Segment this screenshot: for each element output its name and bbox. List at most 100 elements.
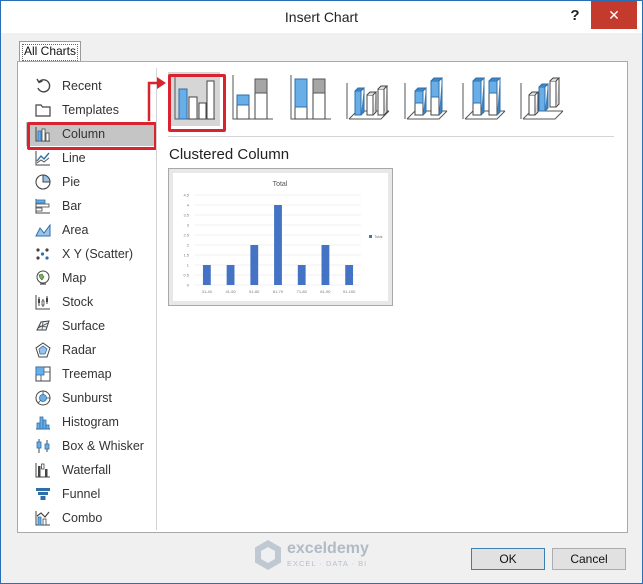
- title-bar: Insert Chart ? ✕: [1, 1, 642, 33]
- funnel-chart-icon: [34, 485, 52, 503]
- legend-label: Total: [374, 234, 383, 239]
- chart-type-label: Histogram: [62, 415, 119, 429]
- chart-type-label: Map: [62, 271, 87, 285]
- gallery-divider: [168, 136, 614, 137]
- chart-type-stock[interactable]: Stock: [26, 290, 154, 314]
- bar-chart-icon: [34, 197, 52, 215]
- x-tick-label: 41-50: [225, 289, 236, 294]
- subtype-stacked-column[interactable]: [226, 72, 278, 126]
- y-tick-label: 4.5: [183, 193, 189, 198]
- bar: [226, 265, 235, 285]
- y-tick-label: 2: [187, 243, 190, 248]
- surface-chart-icon: [34, 317, 52, 335]
- 100-stacked-column-icon: [287, 73, 333, 126]
- histogram-chart-icon: [34, 413, 52, 431]
- column-highlight-box: [27, 122, 157, 150]
- subtype-3d-clustered-column[interactable]: [342, 72, 394, 126]
- chart-type-scatter[interactable]: X Y (Scatter): [26, 242, 154, 266]
- chart-type-recent[interactable]: Recent: [26, 74, 154, 98]
- chart-type-sunburst[interactable]: Sunburst: [26, 386, 154, 410]
- chart-type-label: Radar: [62, 343, 97, 357]
- bar: [297, 265, 306, 285]
- y-tick-label: 0.5: [183, 273, 189, 278]
- chart-type-radar[interactable]: Radar: [26, 338, 154, 362]
- exceldemy-logo-icon: [255, 540, 281, 570]
- insert-chart-dialog: Insert Chart ? ✕ All Charts Recent Templ…: [0, 0, 643, 584]
- pie-chart-icon: [34, 173, 52, 191]
- stock-chart-icon: [34, 293, 52, 311]
- chart-type-label: Waterfall: [62, 463, 111, 477]
- y-tick-label: 4: [187, 203, 190, 208]
- chart-type-pie[interactable]: Pie: [26, 170, 154, 194]
- exceldemy-watermark: exceldemy EXCEL · DATA · BI: [251, 537, 381, 573]
- selected-chart-name: Clustered Column: [169, 146, 290, 163]
- 3d-clustered-column-icon: [345, 73, 391, 126]
- chart-type-box-whisker[interactable]: Box & Whisker: [26, 434, 154, 458]
- y-tick-label: 3.5: [183, 213, 189, 218]
- chart-type-treemap[interactable]: Treemap: [26, 362, 154, 386]
- treemap-chart-icon: [34, 365, 52, 383]
- x-tick-label: 61-70: [273, 289, 284, 294]
- chart-type-map[interactable]: Map: [26, 266, 154, 290]
- chart-panel: Recent Templates Column Line Pie Bar Are…: [17, 61, 628, 533]
- y-tick-label: 0: [187, 283, 190, 288]
- box-whisker-chart-icon: [34, 437, 52, 455]
- map-chart-icon: [34, 269, 52, 287]
- x-tick-label: 31-40: [202, 289, 213, 294]
- 3d-column-icon: [519, 73, 565, 126]
- 3d-100-stacked-column-icon: [461, 73, 507, 126]
- tab-all-charts[interactable]: All Charts: [19, 41, 81, 62]
- stacked-column-icon: [229, 73, 275, 126]
- y-tick-label: 3: [187, 223, 190, 228]
- watermark-tagline: EXCEL · DATA · BI: [287, 559, 368, 568]
- chart-type-surface[interactable]: Surface: [26, 314, 154, 338]
- ok-button[interactable]: OK: [471, 548, 545, 570]
- chart-type-templates[interactable]: Templates: [26, 98, 154, 122]
- close-button[interactable]: ✕: [591, 1, 637, 29]
- chart-type-area[interactable]: Area: [26, 218, 154, 242]
- y-tick-label: 2.5: [183, 233, 189, 238]
- watermark-name: exceldemy: [287, 540, 369, 557]
- subtype-100-stacked-column[interactable]: [284, 72, 336, 126]
- 3d-stacked-column-icon: [403, 73, 449, 126]
- chart-type-waterfall[interactable]: Waterfall: [26, 458, 154, 482]
- x-tick-label: 71-80: [297, 289, 308, 294]
- subtype-3d-100-stacked-column[interactable]: [458, 72, 510, 126]
- x-tick-label: 81-90: [320, 289, 331, 294]
- chart-preview-area: Total 0 0.5 1 1.5 2 2.5 3 3.5 4 4.5 31-40 41-50 51-6…: [173, 173, 388, 301]
- tab-focus-outline: [22, 44, 78, 61]
- chart-type-label: Box & Whisker: [62, 439, 144, 453]
- waterfall-chart-icon: [34, 461, 52, 479]
- chart-type-bar[interactable]: Bar: [26, 194, 154, 218]
- chart-type-label: Line: [62, 151, 86, 165]
- chart-type-label: Treemap: [62, 367, 112, 381]
- bar: [345, 265, 354, 285]
- line-chart-icon: [34, 149, 52, 167]
- cancel-button[interactable]: Cancel: [552, 548, 626, 570]
- chart-type-label: Bar: [62, 199, 82, 213]
- chart-type-combo[interactable]: Combo: [26, 506, 154, 530]
- bar: [321, 245, 330, 285]
- area-chart-icon: [34, 221, 52, 239]
- bar: [250, 245, 259, 285]
- chart-subtype-gallery: [168, 72, 618, 134]
- chart-type-label: X Y (Scatter): [62, 247, 134, 261]
- chart-type-funnel[interactable]: Funnel: [26, 482, 154, 506]
- bar: [274, 205, 282, 285]
- legend-swatch: [369, 235, 372, 238]
- chart-type-label: Sunburst: [62, 391, 113, 405]
- chart-type-label: Area: [62, 223, 89, 237]
- y-tick-label: 1: [187, 263, 190, 268]
- chart-type-label: Combo: [62, 511, 103, 525]
- combo-chart-icon: [34, 509, 52, 527]
- x-tick-label: 91-100: [343, 289, 356, 294]
- subtype-3d-column[interactable]: [516, 72, 568, 126]
- subtype-3d-stacked-column[interactable]: [400, 72, 452, 126]
- chart-type-histogram[interactable]: Histogram: [26, 410, 154, 434]
- help-button[interactable]: ?: [561, 3, 589, 29]
- panel-divider: [156, 68, 157, 530]
- preview-chart-svg: Total 0 0.5 1 1.5 2 2.5 3 3.5 4 4.5 31-40 41-50 51-6…: [183, 181, 383, 294]
- chart-preview[interactable]: Total 0 0.5 1 1.5 2 2.5 3 3.5 4 4.5 31-40 41-50 51-6…: [168, 168, 393, 306]
- chart-type-label: Stock: [62, 295, 94, 309]
- scatter-chart-icon: [34, 245, 52, 263]
